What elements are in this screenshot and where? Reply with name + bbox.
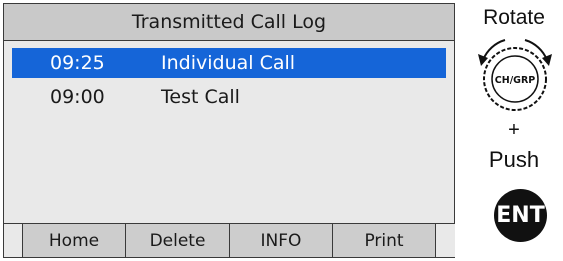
plus-label: + bbox=[508, 119, 520, 141]
softkey-delete[interactable]: Delete bbox=[125, 224, 229, 257]
softkey-spacer-right bbox=[435, 224, 455, 257]
rotate-label: Rotate bbox=[483, 6, 545, 29]
entry-time: 09:00 bbox=[50, 86, 105, 108]
screen-title: Transmitted Call Log bbox=[4, 4, 454, 41]
push-label: Push bbox=[488, 147, 540, 172]
softkey-spacer-left bbox=[4, 224, 22, 257]
ent-button[interactable]: ENT bbox=[494, 189, 547, 242]
softkey-home[interactable]: Home bbox=[22, 224, 125, 257]
knob-label: CH/GRP bbox=[495, 75, 536, 86]
softkey-info[interactable]: INFO bbox=[229, 224, 332, 257]
hardware-controls: Rotate CH/GRP + Push ENT bbox=[465, 0, 563, 261]
softkey-bar: Home Delete INFO Print bbox=[4, 223, 455, 257]
call-log-list: 09:25 Individual Call 09:00 Test Call bbox=[12, 48, 446, 116]
ch-grp-knob[interactable]: CH/GRP bbox=[475, 32, 555, 118]
call-log-entry[interactable]: 09:00 Test Call bbox=[12, 82, 446, 112]
entry-time: 09:25 bbox=[50, 52, 105, 74]
entry-name: Test Call bbox=[161, 86, 240, 108]
call-log-entry-selected[interactable]: 09:25 Individual Call bbox=[12, 48, 446, 78]
softkey-print[interactable]: Print bbox=[332, 224, 435, 257]
radio-display: Transmitted Call Log 09:25 Individual Ca… bbox=[3, 3, 455, 258]
entry-name: Individual Call bbox=[161, 52, 296, 74]
